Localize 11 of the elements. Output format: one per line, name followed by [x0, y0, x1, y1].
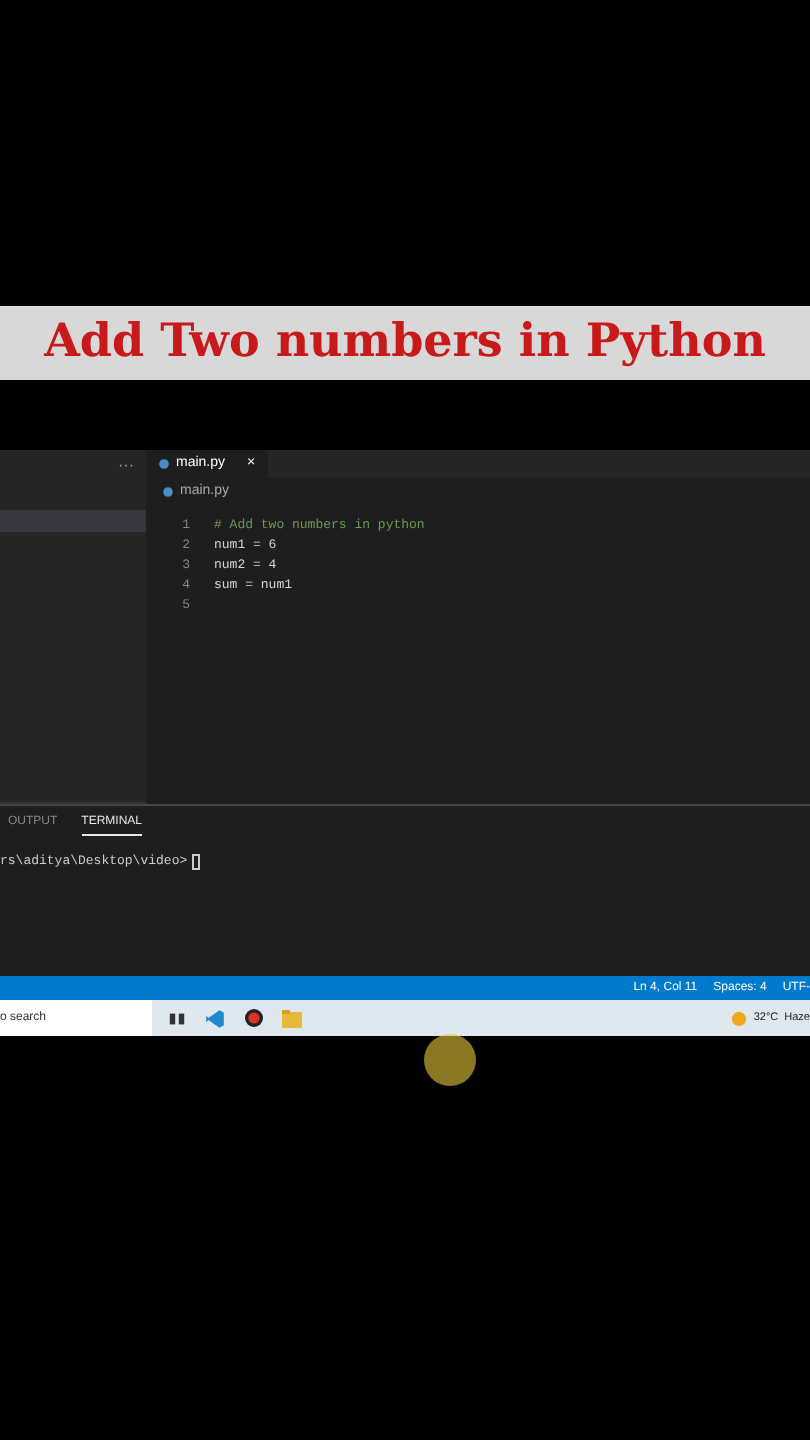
record-app-icon[interactable] — [244, 1008, 264, 1028]
task-view-icon[interactable] — [168, 1009, 186, 1027]
folder-icon[interactable] — [282, 1009, 302, 1027]
more-actions-icon[interactable]: ··· — [106, 450, 146, 482]
banner-title: Add Two numbers in Python — [44, 312, 766, 373]
click-highlight — [424, 1034, 476, 1086]
editor-app-icon[interactable] — [204, 1007, 226, 1029]
weather-icon[interactable] — [729, 1009, 748, 1027]
python-file-icon — [158, 458, 170, 470]
terminal-cursor — [191, 853, 200, 870]
python-file-icon — [162, 486, 174, 499]
